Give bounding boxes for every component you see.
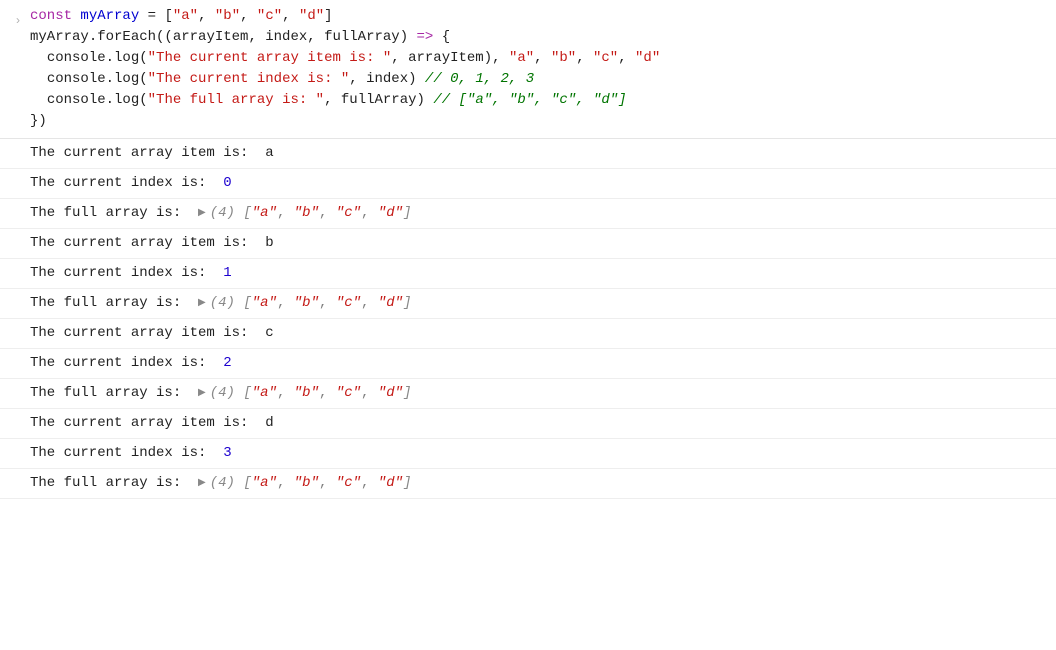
array-item: "d" <box>378 205 403 221</box>
log-label: The full array is: <box>30 385 198 401</box>
array-item: "d" <box>378 295 403 311</box>
bracket: ] <box>403 475 411 491</box>
log-row: The current array item is: b <box>0 229 1056 259</box>
comma: , <box>361 205 378 221</box>
array-item: "c" <box>336 475 361 491</box>
comma: , <box>319 295 336 311</box>
log-content: The current array item is: a <box>30 143 1048 164</box>
log-label: The current index is: <box>30 445 223 461</box>
disclosure-triangle-icon[interactable]: ▶ <box>198 295 206 310</box>
log-content: The current index is: 3 <box>30 443 1048 464</box>
comma: , <box>319 475 336 491</box>
keyword-const: const <box>30 8 72 24</box>
log-label: The full array is: <box>30 475 198 491</box>
log-row: The current index is: 1 <box>0 259 1056 289</box>
array-item: "b" <box>294 205 319 221</box>
log-row: The current index is: 2 <box>0 349 1056 379</box>
log-row: The current array item is: d <box>0 409 1056 439</box>
comma: , <box>361 295 378 311</box>
log-value: a <box>265 145 273 161</box>
var-name: myArray <box>80 8 139 24</box>
array-length: (4) <box>210 205 244 221</box>
comma: , <box>277 475 294 491</box>
console-output: The current array item is: aThe current … <box>0 139 1056 499</box>
disclosure-triangle-icon[interactable]: ▶ <box>198 205 206 220</box>
array-item: "c" <box>336 295 361 311</box>
log-row: The current array item is: a <box>0 139 1056 169</box>
log-value: b <box>265 235 273 251</box>
log-value: 3 <box>223 445 231 461</box>
log-label: The full array is: <box>30 205 198 221</box>
array-item: "d" <box>378 475 403 491</box>
log-content: The current index is: 1 <box>30 263 1048 284</box>
array-item: "a" <box>252 205 277 221</box>
array-item: "a" <box>252 295 277 311</box>
log-value: 1 <box>223 265 231 281</box>
bracket: ] <box>403 385 411 401</box>
array-item: "c" <box>336 205 361 221</box>
log-row: The current array item is: c <box>0 319 1056 349</box>
log-content: The full array is: ▶(4) ["a", "b", "c", … <box>30 383 1048 404</box>
bracket: ] <box>403 295 411 311</box>
array-length: (4) <box>210 475 244 491</box>
log-label: The full array is: <box>30 295 198 311</box>
log-content: The current array item is: c <box>30 323 1048 344</box>
log-label: The current index is: <box>30 355 223 371</box>
comma: , <box>361 385 378 401</box>
log-row: The current index is: 0 <box>0 169 1056 199</box>
log-label: The current index is: <box>30 265 223 281</box>
log-row: The full array is: ▶(4) ["a", "b", "c", … <box>0 379 1056 409</box>
log-content: The current array item is: b <box>30 233 1048 254</box>
log-value: d <box>265 415 273 431</box>
comma: , <box>277 205 294 221</box>
bracket: [ <box>243 295 251 311</box>
log-content: The full array is: ▶(4) ["a", "b", "c", … <box>30 473 1048 494</box>
comma: , <box>361 475 378 491</box>
comma: , <box>277 385 294 401</box>
console-panel: › const myArray = ["a", "b", "c", "d"] m… <box>0 0 1056 499</box>
prompt-icon: › <box>6 6 30 27</box>
log-row: The current index is: 3 <box>0 439 1056 469</box>
array-length: (4) <box>210 295 244 311</box>
array-item: "d" <box>378 385 403 401</box>
comma: , <box>319 385 336 401</box>
log-row: The full array is: ▶(4) ["a", "b", "c", … <box>0 289 1056 319</box>
array-item: "a" <box>252 475 277 491</box>
console-input-row[interactable]: › const myArray = ["a", "b", "c", "d"] m… <box>0 0 1056 139</box>
array-item: "b" <box>294 475 319 491</box>
log-content: The current index is: 0 <box>30 173 1048 194</box>
bracket: [ <box>243 385 251 401</box>
log-row: The full array is: ▶(4) ["a", "b", "c", … <box>0 469 1056 499</box>
array-item: "a" <box>252 385 277 401</box>
array-length: (4) <box>210 385 244 401</box>
log-content: The full array is: ▶(4) ["a", "b", "c", … <box>30 203 1048 224</box>
log-label: The current array item is: <box>30 145 265 161</box>
log-value: c <box>265 325 273 341</box>
array-item: "b" <box>294 295 319 311</box>
code-input[interactable]: const myArray = ["a", "b", "c", "d"] myA… <box>30 6 1048 132</box>
bracket: [ <box>243 475 251 491</box>
disclosure-triangle-icon[interactable]: ▶ <box>198 475 206 490</box>
disclosure-triangle-icon[interactable]: ▶ <box>198 385 206 400</box>
log-content: The full array is: ▶(4) ["a", "b", "c", … <box>30 293 1048 314</box>
comma: , <box>319 205 336 221</box>
log-value: 0 <box>223 175 231 191</box>
log-label: The current array item is: <box>30 325 265 341</box>
log-value: 2 <box>223 355 231 371</box>
array-item: "c" <box>336 385 361 401</box>
bracket: [ <box>243 205 251 221</box>
log-content: The current index is: 2 <box>30 353 1048 374</box>
log-row: The full array is: ▶(4) ["a", "b", "c", … <box>0 199 1056 229</box>
log-label: The current array item is: <box>30 415 265 431</box>
log-content: The current array item is: d <box>30 413 1048 434</box>
bracket: ] <box>403 205 411 221</box>
comma: , <box>277 295 294 311</box>
log-label: The current index is: <box>30 175 223 191</box>
array-item: "b" <box>294 385 319 401</box>
log-label: The current array item is: <box>30 235 265 251</box>
